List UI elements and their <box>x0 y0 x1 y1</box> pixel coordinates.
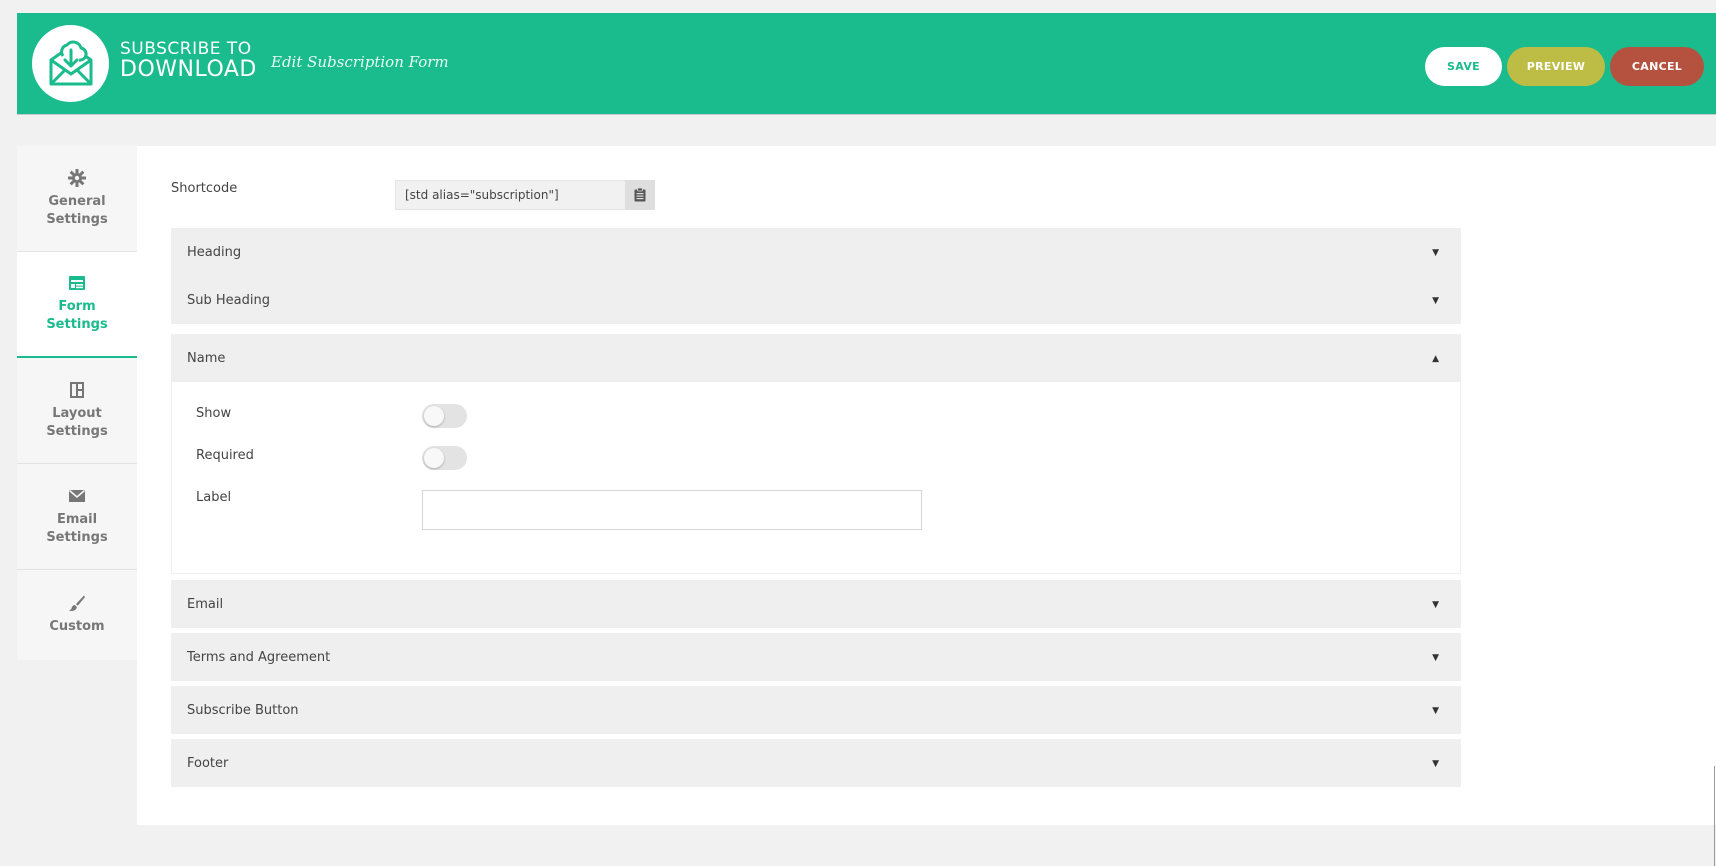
caret-down-icon: ▼ <box>1432 759 1439 769</box>
section-title: Name <box>187 350 226 366</box>
sidebar-item-email-settings[interactable]: Email Settings <box>17 464 137 570</box>
label-label: Label <box>196 490 232 505</box>
envelope-icon <box>68 487 86 505</box>
sidebar-item-label: General Settings <box>46 193 107 229</box>
toggle-knob <box>424 448 444 468</box>
section-email-header[interactable]: Email ▼ <box>171 580 1461 628</box>
sidebar-item-label: Form Settings <box>46 298 107 334</box>
label-line-2: Settings <box>46 211 108 227</box>
brush-icon <box>68 594 86 612</box>
label-line-1: Form <box>58 299 96 314</box>
settings-sidebar: General Settings Form Settings Layout Se… <box>17 146 137 660</box>
sidebar-item-form-settings[interactable]: Form Settings <box>17 252 137 358</box>
gear-icon <box>68 168 86 187</box>
caret-down-icon: ▼ <box>1432 296 1439 306</box>
sidebar-item-label: Email Settings <box>46 511 107 547</box>
brand-line-1: SUBSCRIBE TO <box>120 39 252 59</box>
save-button[interactable]: SAVE <box>1425 47 1502 86</box>
required-label: Required <box>196 448 254 463</box>
section-title: Terms and Agreement <box>187 649 331 665</box>
caret-down-icon: ▼ <box>1432 600 1439 610</box>
section-title: Email <box>187 596 224 612</box>
brand-name: SUBSCRIBE TO DOWNLOAD <box>120 41 257 81</box>
download-envelope-icon <box>49 40 92 85</box>
cancel-button[interactable]: CANCEL <box>1610 47 1704 86</box>
show-toggle[interactable] <box>422 404 467 428</box>
section-heading-header[interactable]: Heading ▼ <box>171 228 1461 276</box>
sidebar-item-custom[interactable]: Custom <box>17 570 137 660</box>
logo <box>32 25 109 102</box>
caret-down-icon: ▼ <box>1432 706 1439 716</box>
section-sub-heading-header[interactable]: Sub Heading ▼ <box>171 276 1461 324</box>
section-footer-header[interactable]: Footer ▼ <box>171 739 1461 787</box>
caret-down-icon: ▼ <box>1432 653 1439 663</box>
shortcode-field[interactable]: [std alias="subscription"] <box>395 180 631 210</box>
form-icon <box>68 274 86 292</box>
label-line-2: Settings <box>46 317 108 332</box>
section-title: Heading <box>187 244 242 260</box>
section-title: Sub Heading <box>187 292 270 308</box>
section-subscribe-button-header[interactable]: Subscribe Button ▼ <box>171 686 1461 734</box>
sidebar-item-label: Layout Settings <box>46 405 107 441</box>
clipboard-icon <box>634 188 646 202</box>
form-settings-panel: Shortcode [std alias="subscription"] Hea… <box>137 146 1716 825</box>
brand-line-2: DOWNLOAD <box>120 57 257 82</box>
copy-shortcode-button[interactable] <box>625 180 655 210</box>
toggle-knob <box>424 406 444 426</box>
preview-button[interactable]: PREVIEW <box>1507 47 1605 86</box>
label-line-1: Layout <box>52 405 102 421</box>
label-line-2: Settings <box>46 423 108 439</box>
label-line-2: Settings <box>46 529 108 545</box>
section-title: Footer <box>187 755 229 771</box>
page-subtitle: Edit Subscription Form <box>271 53 449 71</box>
label-input[interactable] <box>422 490 922 530</box>
window-edge <box>1714 766 1715 866</box>
required-toggle[interactable] <box>422 446 467 470</box>
sidebar-item-general-settings[interactable]: General Settings <box>17 146 137 252</box>
section-terms-header[interactable]: Terms and Agreement ▼ <box>171 633 1461 681</box>
caret-down-icon: ▼ <box>1432 248 1439 258</box>
section-name-body: Show Required Label <box>171 382 1461 574</box>
shortcode-label: Shortcode <box>171 181 238 196</box>
sidebar-item-layout-settings[interactable]: Layout Settings <box>17 358 137 464</box>
app-header: SUBSCRIBE TO DOWNLOAD Edit Subscription … <box>17 13 1716 115</box>
caret-up-icon: ▲ <box>1432 354 1439 364</box>
section-name-header[interactable]: Name ▲ <box>171 334 1461 382</box>
section-title: Subscribe Button <box>187 702 299 718</box>
sidebar-item-label: Custom <box>49 619 105 634</box>
label-line-1: General <box>48 193 106 209</box>
label-line-1: Email <box>56 511 98 527</box>
layout-icon <box>68 381 86 399</box>
show-label: Show <box>196 406 232 421</box>
